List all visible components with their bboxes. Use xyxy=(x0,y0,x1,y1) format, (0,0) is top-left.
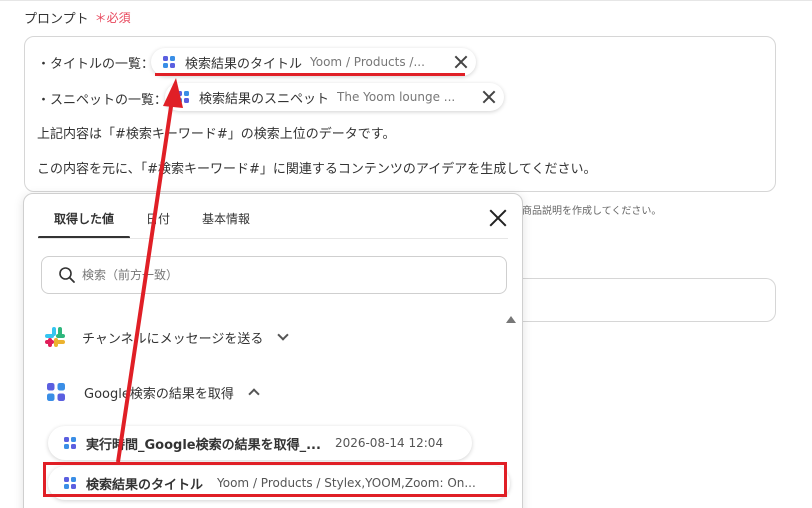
annotation-arrow xyxy=(116,78,183,463)
